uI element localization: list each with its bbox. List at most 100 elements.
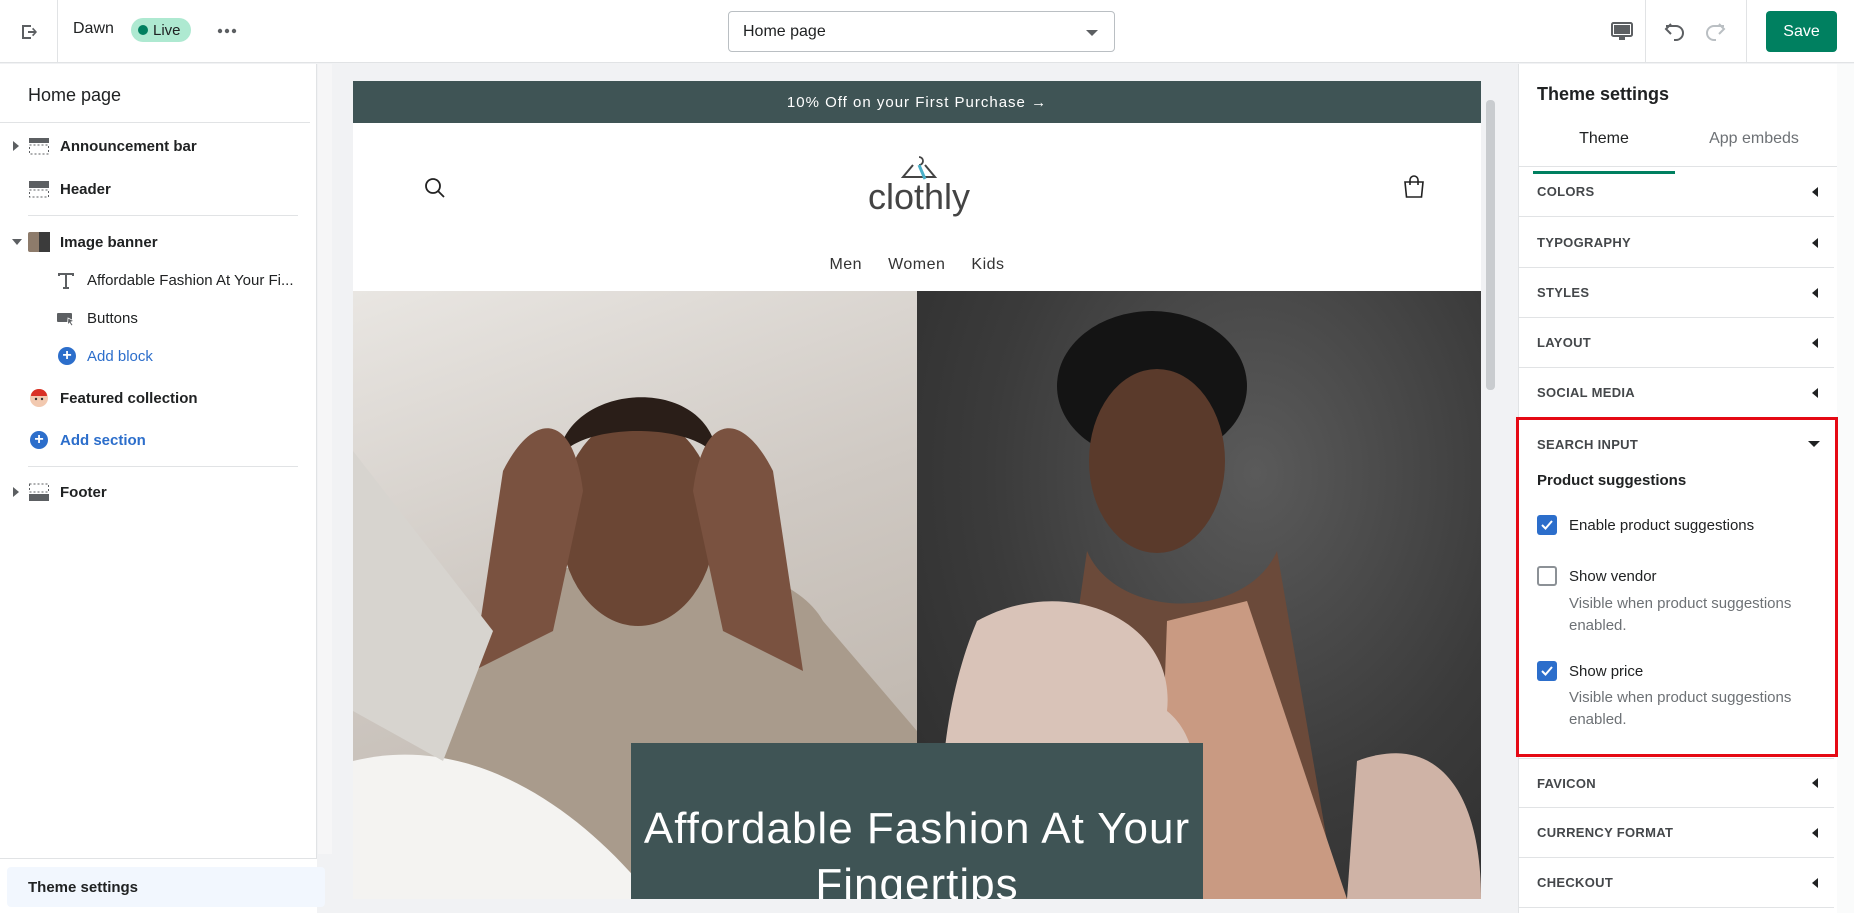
- accordion-colors[interactable]: COLORS: [1519, 167, 1834, 217]
- accordion-currency-format[interactable]: CURRENCY FORMAT: [1519, 808, 1834, 858]
- chevron-left-icon: [1812, 186, 1818, 197]
- collapse-arrow-icon[interactable]: [12, 239, 22, 245]
- add-block-button[interactable]: + Add block: [0, 338, 310, 374]
- section-header[interactable]: Header: [0, 171, 310, 207]
- exit-icon: [21, 24, 37, 39]
- live-status-badge: Live: [131, 18, 191, 42]
- header-icon: [29, 181, 49, 198]
- chevron-left-icon: [1812, 237, 1818, 248]
- store-preview: 10% Off on your First Purchase → clothly…: [353, 81, 1481, 899]
- chevron-left-icon: [1812, 827, 1818, 838]
- theme-settings-button[interactable]: Theme settings: [7, 867, 325, 907]
- button-block-icon: [57, 313, 76, 327]
- cart-icon[interactable]: [1401, 174, 1427, 200]
- undo-button[interactable]: [1660, 14, 1690, 48]
- preview-scrollbar-thumb[interactable]: [1486, 100, 1495, 390]
- featured-collection-thumbnail-icon: [30, 389, 48, 407]
- search-icon[interactable]: [423, 176, 447, 200]
- page-selector[interactable]: Home page: [728, 11, 1115, 52]
- image-banner-thumbnail-icon: [28, 232, 50, 252]
- add-section-label: Add section: [60, 431, 146, 449]
- block-label: Buttons: [87, 309, 138, 327]
- section-label: Announcement bar: [60, 137, 197, 155]
- store-logo[interactable]: clothly: [861, 151, 977, 221]
- block-buttons[interactable]: Buttons: [0, 300, 310, 336]
- search-input-highlight-box: [1516, 417, 1838, 757]
- chevron-left-icon: [1812, 778, 1818, 788]
- logo-text: clothly: [868, 176, 970, 217]
- divider: [0, 122, 310, 123]
- panel-title: Theme settings: [1537, 84, 1670, 104]
- settings-scrollbar[interactable]: [1837, 64, 1854, 913]
- chevron-left-icon: [1812, 287, 1818, 298]
- accordion-styles[interactable]: STYLES: [1519, 268, 1834, 318]
- block-label: Affordable Fashion At Your Fi...: [87, 271, 294, 289]
- section-label: Image banner: [60, 233, 158, 251]
- page-selector-value: Home page: [743, 22, 826, 40]
- desktop-view-button[interactable]: [1598, 0, 1646, 63]
- accordion-typography[interactable]: TYPOGRAPHY: [1519, 218, 1834, 268]
- footer-icon: [29, 483, 49, 501]
- store-nav: Men Women Kids: [353, 256, 1481, 274]
- section-label: Header: [60, 180, 111, 198]
- section-featured-collection[interactable]: Featured collection: [0, 380, 310, 416]
- undo-icon: [1664, 23, 1684, 41]
- accordion-label: STYLES: [1537, 285, 1590, 300]
- add-block-label: Add block: [87, 347, 153, 365]
- accordion-checkout[interactable]: CHECKOUT: [1519, 858, 1834, 908]
- chevron-left-icon: [1812, 877, 1818, 888]
- accordion-label: LAYOUT: [1537, 335, 1592, 350]
- chevron-down-icon: [1086, 30, 1098, 36]
- theme-name: Dawn: [73, 20, 114, 37]
- nav-link-men[interactable]: Men: [829, 256, 862, 274]
- plus-circle-icon: +: [58, 347, 76, 365]
- nav-link-kids[interactable]: Kids: [971, 256, 1004, 274]
- accordion-label: TYPOGRAPHY: [1537, 235, 1632, 250]
- section-footer[interactable]: Footer: [0, 474, 310, 510]
- top-bar: Dawn Live Home page Save: [0, 0, 1854, 63]
- expand-arrow-icon[interactable]: [13, 141, 19, 151]
- section-label: Footer: [60, 483, 107, 501]
- toolbar-divider: [1746, 0, 1747, 63]
- sections-panel: Home page Announcement bar Header Image …: [0, 64, 317, 913]
- divider: [28, 466, 298, 467]
- text-icon: [58, 273, 74, 289]
- announcement-bar-icon: [29, 138, 49, 155]
- accordion-label: COLORS: [1537, 184, 1595, 199]
- add-section-button[interactable]: + Add section: [0, 422, 310, 458]
- more-actions-button[interactable]: [211, 17, 243, 45]
- sections-scrollbar[interactable]: [318, 64, 332, 854]
- page-title: Home page: [28, 85, 122, 105]
- expand-arrow-icon[interactable]: [13, 487, 19, 497]
- left-footer: Theme settings: [0, 858, 325, 913]
- desktop-icon: [1610, 21, 1633, 40]
- nav-link-women[interactable]: Women: [888, 256, 945, 274]
- plus-circle-icon: +: [30, 431, 48, 449]
- redo-button[interactable]: [1700, 14, 1730, 48]
- exit-editor-button[interactable]: [0, 0, 58, 63]
- divider: [28, 215, 298, 216]
- chevron-left-icon: [1812, 387, 1818, 398]
- redo-icon: [1706, 23, 1726, 41]
- save-button[interactable]: Save: [1766, 11, 1837, 52]
- live-dot-icon: [138, 25, 148, 35]
- image-banner[interactable]: Affordable Fashion At Your Fingertips: [353, 291, 1481, 899]
- accordion-label: CURRENCY FORMAT: [1537, 825, 1674, 840]
- accordion-label: FAVICON: [1537, 775, 1596, 791]
- store-header: clothly: [353, 123, 1481, 251]
- accordion-label: CHECKOUT: [1537, 875, 1614, 890]
- announcement-bar[interactable]: 10% Off on your First Purchase →: [353, 81, 1481, 123]
- block-heading[interactable]: Affordable Fashion At Your Fi...: [0, 262, 310, 298]
- accordion-social-media[interactable]: SOCIAL MEDIA: [1519, 368, 1834, 418]
- accordion-label: SOCIAL MEDIA: [1537, 385, 1635, 400]
- banner-content-box: Affordable Fashion At Your Fingertips: [631, 743, 1203, 899]
- banner-heading[interactable]: Affordable Fashion At Your Fingertips: [631, 801, 1203, 899]
- section-label: Featured collection: [60, 389, 198, 407]
- chevron-left-icon: [1812, 337, 1818, 348]
- accordion-favicon[interactable]: FAVICON: [1519, 758, 1834, 808]
- live-status-label: Live: [153, 21, 181, 39]
- section-image-banner[interactable]: Image banner: [0, 224, 310, 260]
- more-dots-icon: [217, 28, 237, 34]
- accordion-layout[interactable]: LAYOUT: [1519, 318, 1834, 368]
- section-announcement-bar[interactable]: Announcement bar: [0, 128, 310, 164]
